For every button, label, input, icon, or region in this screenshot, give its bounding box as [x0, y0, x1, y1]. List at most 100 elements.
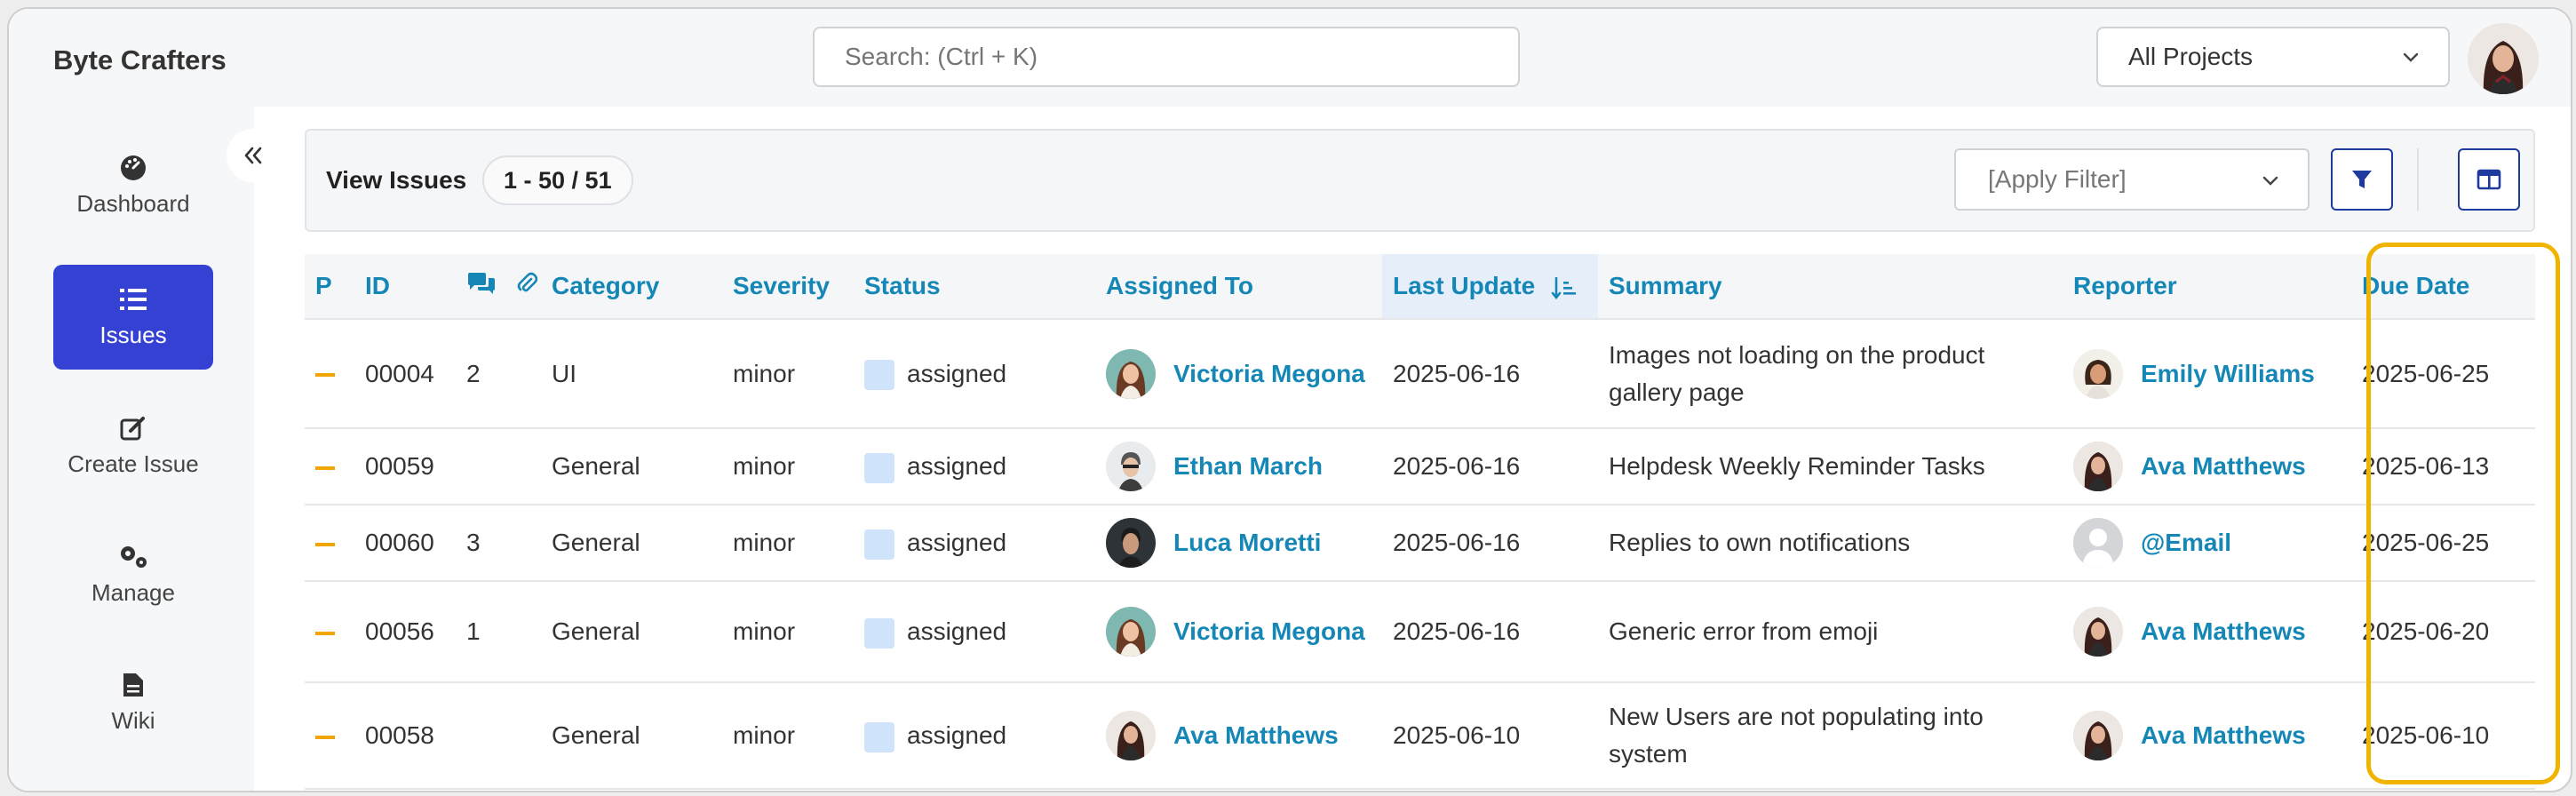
sort-descending-icon [1551, 276, 1577, 299]
project-select[interactable]: All Projects [2096, 27, 2450, 87]
due-date: 2025-06-13 [2351, 428, 2535, 505]
issue-id[interactable]: 00058 [354, 682, 456, 790]
sidebar-item-label: Dashboard [76, 190, 190, 217]
severity: minor [722, 682, 854, 790]
table-row[interactable]: 00060 3 General minor assigned Luca More… [305, 505, 2535, 582]
reporter-link[interactable]: Ava Matthews [2141, 613, 2306, 650]
severity: minor [722, 505, 854, 582]
col-status[interactable]: Status [854, 254, 1095, 320]
issue-id[interactable]: 00060 [354, 505, 456, 582]
project-select-value: All Projects [2128, 43, 2254, 70]
col-last-update-label: Last Update [1393, 272, 1536, 299]
summary[interactable]: Images not loading on the product galler… [1598, 319, 2063, 429]
notes-count: 2 [456, 319, 505, 429]
reporter-link[interactable]: Ava Matthews [2141, 448, 2306, 485]
summary[interactable]: New Users are not populating into system [1598, 682, 2063, 790]
reporter: Ava Matthews [2063, 581, 2351, 683]
reporter-link[interactable]: Emily Williams [2141, 355, 2315, 393]
issue-id[interactable]: 00059 [354, 428, 456, 505]
table-header-row: P ID Category Severity Status Assigned T… [305, 254, 2535, 320]
sidebar-item-label: Wiki [111, 707, 155, 734]
col-attachments[interactable] [505, 254, 541, 320]
divider [2417, 148, 2419, 211]
reporter: Ava Matthews [2063, 682, 2351, 790]
status-color-swatch [864, 360, 894, 391]
issue-id[interactable]: 00004 [354, 319, 456, 429]
status: assigned [854, 319, 1095, 429]
col-severity[interactable]: Severity [722, 254, 854, 320]
paperclip-icon [517, 272, 538, 291]
default-avatar [2073, 518, 2123, 568]
edit-icon [120, 417, 145, 441]
sidebar-item-label: Create Issue [68, 450, 199, 477]
priority-minus-icon [315, 631, 335, 635]
avatar [1106, 607, 1156, 657]
reporter-link[interactable]: Ava Matthews [2141, 717, 2306, 754]
user-avatar[interactable] [2468, 23, 2539, 94]
last-update: 2025-06-16 [1382, 428, 1598, 505]
sidebar-item-dashboard[interactable]: Dashboard [53, 133, 213, 238]
attachments-cell [505, 319, 541, 429]
document-icon [123, 673, 143, 696]
collapse-sidebar-button[interactable] [227, 129, 280, 182]
summary[interactable]: Helpdesk Weekly Reminder Tasks [1598, 428, 2063, 505]
avatar [1106, 518, 1156, 568]
status-label: assigned [907, 617, 1007, 645]
assignee-link[interactable]: Luca Moretti [1173, 524, 1321, 561]
sidebar-item-create-issue[interactable]: Create Issue [53, 394, 213, 498]
reporter-link[interactable]: @Email [2141, 524, 2231, 561]
attachments-cell [505, 428, 541, 505]
assignee-link[interactable]: Ava Matthews [1173, 717, 1339, 754]
assignee-link[interactable]: Victoria Megona [1173, 355, 1365, 393]
col-summary[interactable]: Summary [1598, 254, 2063, 320]
chevron-down-icon [2262, 176, 2278, 186]
sidebar-item-manage[interactable]: Manage [53, 522, 213, 627]
priority-minus-icon [315, 542, 335, 546]
list-icon [120, 289, 147, 310]
col-due-date[interactable]: Due Date [2351, 254, 2535, 320]
last-update: 2025-06-16 [1382, 319, 1598, 429]
col-priority[interactable]: P [305, 254, 354, 320]
sidebar-item-wiki[interactable]: Wiki [53, 650, 213, 755]
avatar [2073, 711, 2123, 760]
table-row[interactable]: 00004 2 UI minor assigned Victoria Megon… [305, 319, 2535, 429]
table-row[interactable]: 00059 General minor assigned Ethan March… [305, 428, 2535, 505]
col-assigned-to[interactable]: Assigned To [1095, 254, 1382, 320]
sidebar: Dashboard Issues Create Issue Manage Wik… [9, 107, 254, 791]
notes-count: 1 [456, 581, 505, 683]
due-date: 2025-06-10 [2351, 682, 2535, 790]
avatar [1106, 442, 1156, 491]
assignee-link[interactable]: Victoria Megona [1173, 613, 1365, 650]
last-update: 2025-06-10 [1382, 682, 1598, 790]
col-notes[interactable] [456, 254, 505, 320]
col-id[interactable]: ID [354, 254, 456, 320]
issue-id[interactable]: 00056 [354, 581, 456, 683]
status-label: assigned [907, 721, 1007, 749]
filter-button[interactable] [2331, 148, 2393, 211]
table-row[interactable]: 00058 General minor assigned Ava Matthew… [305, 682, 2535, 790]
summary[interactable]: Replies to own notifications [1598, 505, 2063, 582]
col-category[interactable]: Category [541, 254, 722, 320]
status-color-swatch [864, 529, 894, 560]
table-row[interactable]: 00056 1 General minor assigned Victoria … [305, 581, 2535, 683]
assigned-to: Ava Matthews [1095, 682, 1382, 790]
notes-count [456, 428, 505, 505]
search-input[interactable] [813, 27, 1520, 87]
top-bar: Byte Crafters All Projects [9, 9, 2571, 107]
assignee-link[interactable]: Ethan March [1173, 448, 1323, 485]
avatar [2073, 442, 2123, 491]
notes-count [456, 682, 505, 790]
sidebar-item-issues[interactable]: Issues [53, 265, 213, 370]
status: assigned [854, 428, 1095, 505]
apply-filter-select[interactable]: [Apply Filter] [1954, 148, 2310, 211]
summary[interactable]: Generic error from emoji [1598, 581, 2063, 683]
status: assigned [854, 581, 1095, 683]
col-last-update[interactable]: Last Update [1382, 254, 1598, 320]
category: General [541, 682, 722, 790]
priority-minus-icon [315, 466, 335, 470]
category: UI [541, 319, 722, 429]
filter-select-value: [Apply Filter] [1988, 165, 2127, 193]
brand-name: Byte Crafters [53, 44, 227, 76]
columns-button[interactable] [2458, 148, 2520, 211]
col-reporter[interactable]: Reporter [2063, 254, 2351, 320]
